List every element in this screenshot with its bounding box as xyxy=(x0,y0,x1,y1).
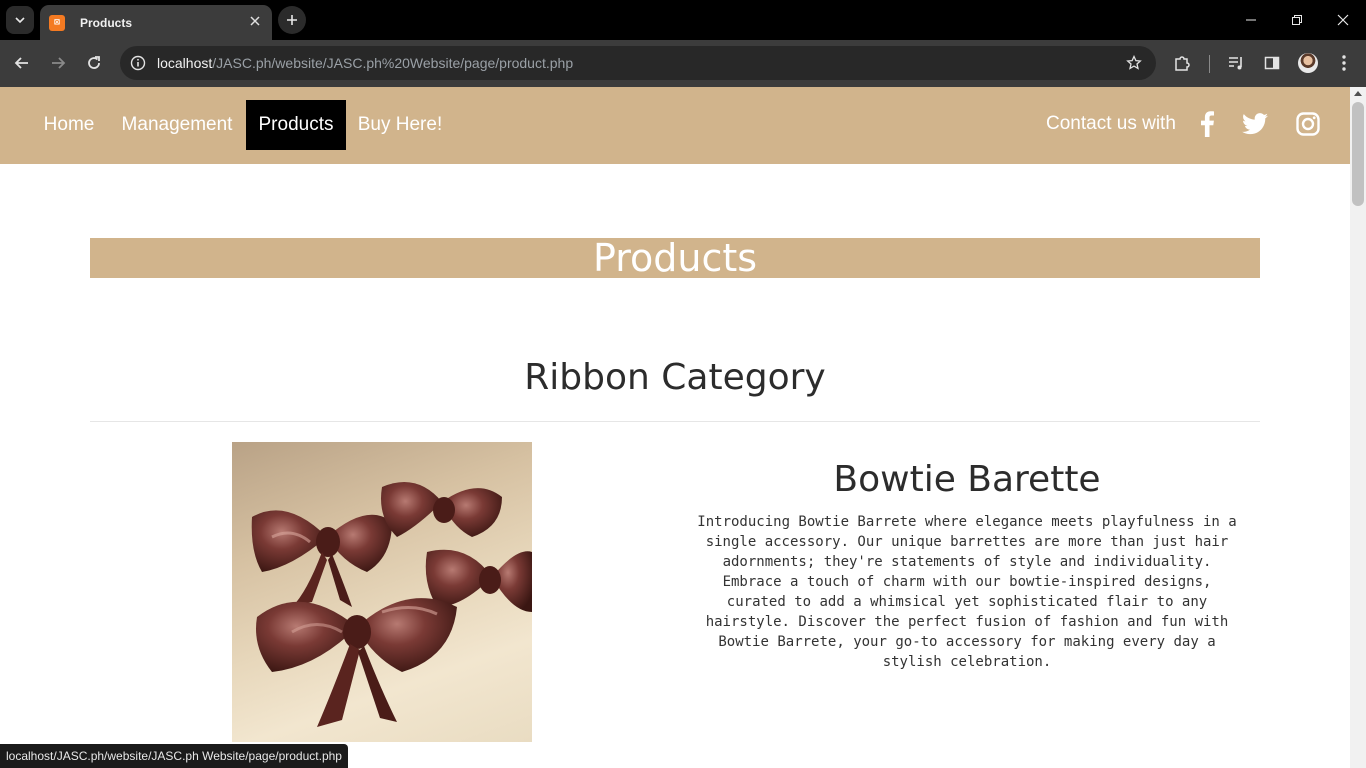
scroll-up-arrow-icon[interactable] xyxy=(1354,91,1362,96)
instagram-icon[interactable] xyxy=(1294,109,1322,139)
product-name: Bowtie Barette xyxy=(833,459,1101,500)
browser-toolbar: localhost/JASC.ph/website/JASC.ph%20Webs… xyxy=(0,40,1366,87)
url-text[interactable]: localhost/JASC.ph/website/JASC.ph%20Webs… xyxy=(157,55,573,71)
url-path: /JASC.ph/website/JASC.ph%20Website/page/… xyxy=(212,55,574,71)
reload-icon xyxy=(88,56,100,69)
tab-title: Products xyxy=(80,15,133,30)
arrow-right-icon xyxy=(52,57,66,69)
page-scrollbar[interactable] xyxy=(1350,87,1366,768)
browser-tab[interactable]: ⊠ Products xyxy=(40,5,272,40)
product-description: Introducing Bowtie Barrete where eleganc… xyxy=(697,514,1237,670)
toolbar-separator xyxy=(1209,55,1210,73)
page-viewport: Home Management Products Buy Here! Conta… xyxy=(0,87,1350,768)
facebook-icon[interactable] xyxy=(1193,109,1221,139)
back-button[interactable] xyxy=(7,48,37,78)
minimize-icon xyxy=(1246,19,1256,21)
kebab-menu-icon xyxy=(1342,55,1346,71)
link-status-bar: localhost/JASC.ph/website/JASC.ph Websit… xyxy=(0,744,348,768)
bookmark-star-icon[interactable] xyxy=(1124,53,1144,73)
forward-button[interactable] xyxy=(43,48,73,78)
nav-link-buy-here[interactable]: Buy Here! xyxy=(349,100,451,150)
page-title: Products xyxy=(592,236,758,280)
puzzle-icon xyxy=(1175,56,1190,71)
close-window-button[interactable] xyxy=(1320,0,1366,40)
nav-link-products[interactable]: Products xyxy=(246,100,346,150)
plus-icon xyxy=(287,15,297,25)
chevron-down-icon xyxy=(15,17,25,24)
address-bar[interactable]: localhost/JASC.ph/website/JASC.ph%20Webs… xyxy=(120,46,1156,80)
profile-avatar[interactable] xyxy=(1298,53,1318,73)
nav-link-home[interactable]: Home xyxy=(30,100,108,150)
category-title: Ribbon Category xyxy=(524,357,826,398)
scrollbar-thumb[interactable] xyxy=(1352,102,1364,206)
tab-search-button[interactable] xyxy=(6,6,34,34)
side-panel-button[interactable] xyxy=(1257,48,1287,78)
xampp-favicon-icon: ⊠ xyxy=(49,14,65,31)
close-icon xyxy=(1337,14,1349,26)
browser-tab-strip: ⊠ Products xyxy=(0,0,1366,40)
site-info-icon[interactable] xyxy=(128,53,148,73)
tab-close-icon[interactable] xyxy=(247,13,263,29)
restore-icon xyxy=(1292,15,1302,25)
playlist-music-icon xyxy=(1229,57,1242,70)
extensions-button[interactable] xyxy=(1167,48,1197,78)
nav-link-management[interactable]: Management xyxy=(111,100,243,150)
reload-button[interactable] xyxy=(79,48,109,78)
product-image-bowtie-barette xyxy=(232,442,532,742)
url-host: localhost xyxy=(157,55,213,71)
category-divider xyxy=(90,421,1260,422)
minimize-button[interactable] xyxy=(1228,0,1274,40)
products-banner: Products xyxy=(90,238,1260,278)
media-controls-button[interactable] xyxy=(1221,48,1251,78)
contact-label: Contact us with xyxy=(1046,113,1176,134)
browser-menu-button[interactable] xyxy=(1329,48,1359,78)
arrow-left-icon xyxy=(14,57,28,69)
restore-button[interactable] xyxy=(1274,0,1320,40)
side-panel-icon xyxy=(1264,56,1280,70)
new-tab-button[interactable] xyxy=(278,6,306,34)
twitter-icon[interactable] xyxy=(1241,109,1269,139)
site-navbar: Home Management Products Buy Here! Conta… xyxy=(0,87,1350,164)
